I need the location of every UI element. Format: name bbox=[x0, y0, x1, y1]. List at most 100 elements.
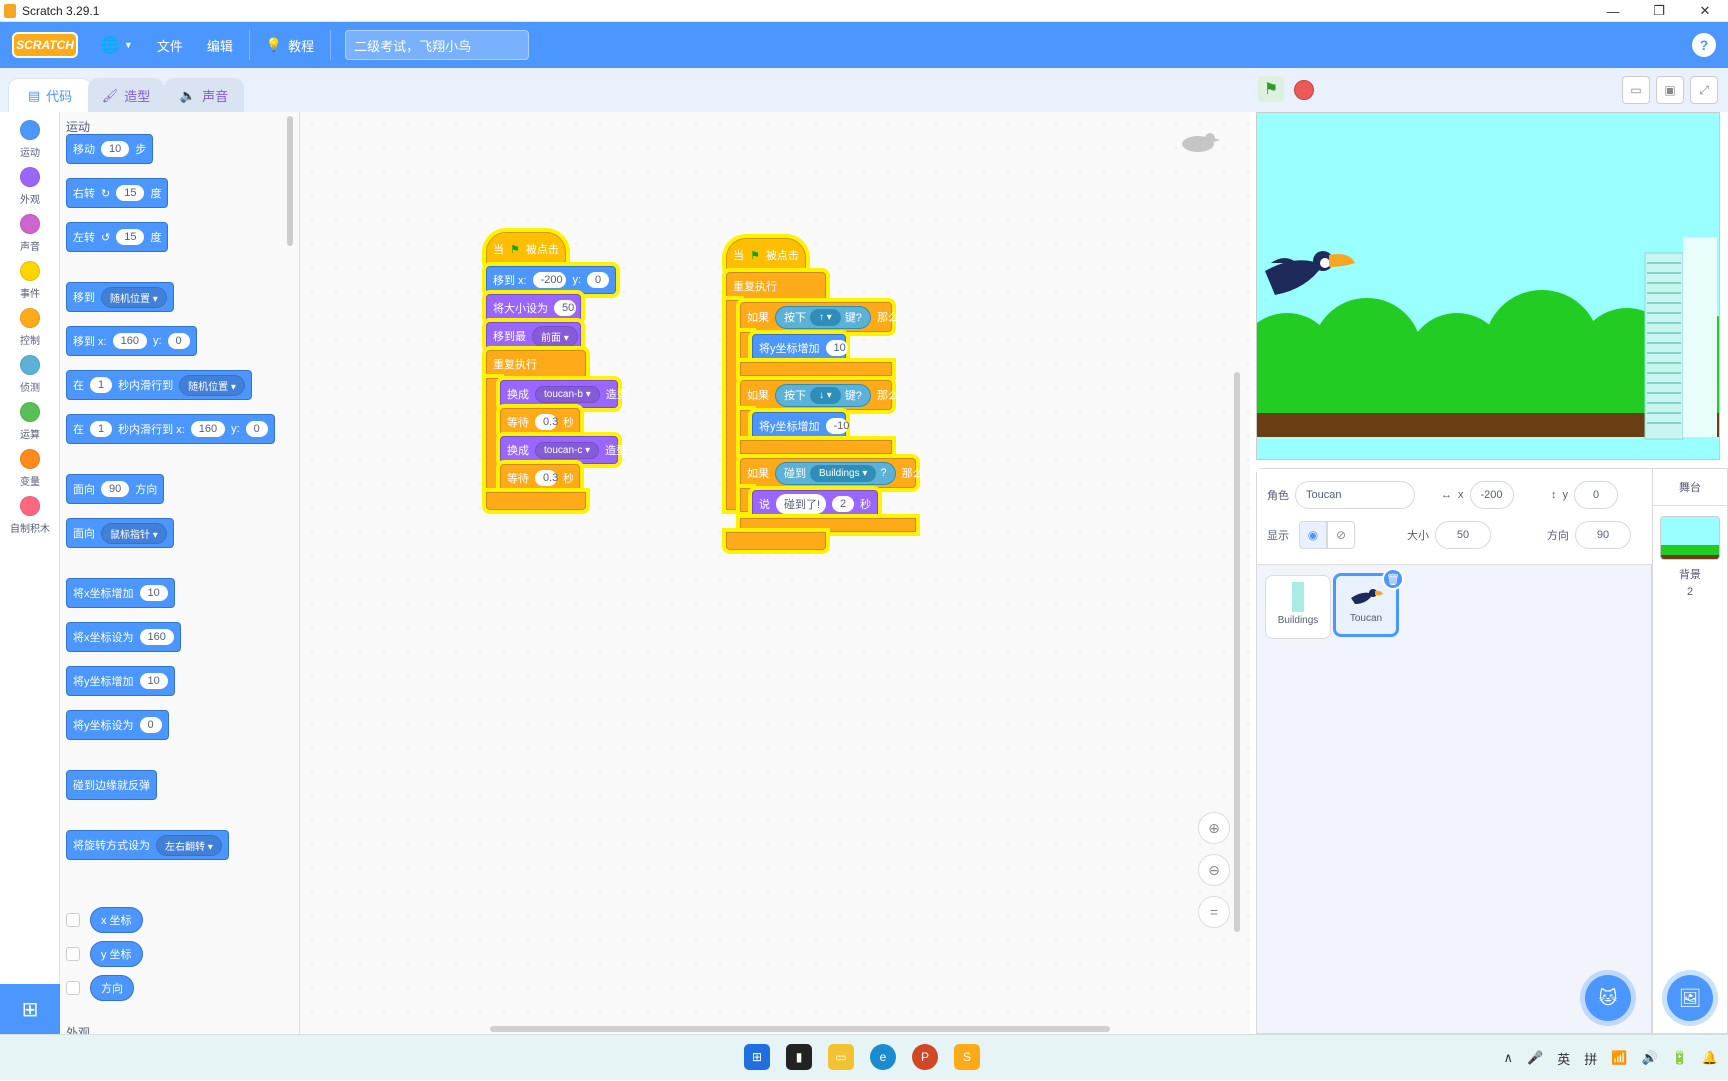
wifi-icon[interactable]: 📶 bbox=[1611, 1050, 1627, 1066]
direction-reporter[interactable]: 方向 bbox=[90, 975, 134, 1001]
category-operators[interactable]: 运算 bbox=[0, 402, 60, 441]
delete-sprite-button[interactable]: 🗑 bbox=[1382, 568, 1404, 590]
move-steps-block[interactable]: 移动 10 步 bbox=[66, 134, 154, 164]
edit-menu[interactable]: 编辑 bbox=[195, 22, 245, 68]
terminal-app[interactable]: ▮ bbox=[786, 1044, 812, 1070]
key-dropdown[interactable]: ↓ ▾ bbox=[810, 386, 841, 404]
block-input[interactable]: 10 bbox=[139, 673, 168, 689]
edge-app[interactable]: e bbox=[870, 1044, 896, 1070]
powerpoint-app[interactable]: P bbox=[912, 1044, 938, 1070]
switch-costume-block[interactable]: 换成 toucan-c ▾ 造型 bbox=[500, 436, 627, 464]
stop-button[interactable] bbox=[1294, 80, 1314, 100]
x-position-input[interactable]: -200 bbox=[1469, 481, 1514, 509]
ime-mode-indicator[interactable]: 拼 bbox=[1584, 1049, 1597, 1068]
category-variables[interactable]: 变量 bbox=[0, 449, 60, 488]
change-y-block[interactable]: 将y坐标增加 10 bbox=[66, 666, 175, 696]
rotation-style-dropdown[interactable]: 左右翻转 ▾ bbox=[156, 834, 222, 856]
block-input[interactable]: 90 bbox=[101, 481, 130, 497]
notification-icon[interactable]: 🔔 bbox=[1702, 1050, 1718, 1066]
block-input[interactable]: 10 bbox=[825, 340, 848, 356]
block-input[interactable]: 50 bbox=[554, 300, 576, 316]
block-input[interactable]: 1 bbox=[90, 421, 113, 437]
zoom-out-button[interactable]: ⊖ bbox=[1198, 854, 1230, 886]
small-stage-button[interactable]: ▭ bbox=[1622, 76, 1650, 104]
direction-input[interactable]: 90 bbox=[1575, 521, 1631, 549]
wait-block[interactable]: 等待 0.3 秒 bbox=[500, 464, 580, 492]
file-menu[interactable]: 文件 bbox=[145, 22, 195, 68]
forever-block[interactable]: 重复执行 bbox=[486, 350, 586, 378]
go-to-layer-block[interactable]: 移到最 前面 ▾ bbox=[486, 322, 581, 350]
backdrop-thumbnail[interactable] bbox=[1660, 516, 1720, 560]
workspace-horizontal-scrollbar[interactable] bbox=[490, 1026, 1110, 1032]
block-input[interactable]: 0 bbox=[587, 272, 609, 288]
block-input[interactable]: 10 bbox=[139, 585, 168, 601]
tab-sounds[interactable]: 🔈 声音 bbox=[164, 78, 244, 112]
block-input[interactable]: 0 bbox=[139, 717, 162, 733]
hide-sprite-button[interactable]: ⊘ bbox=[1327, 521, 1355, 549]
if-up-key-block[interactable]: 如果 按下 ↑ ▾ 键? 那么 bbox=[740, 302, 899, 332]
x-position-checkbox[interactable] bbox=[66, 913, 80, 927]
block-input[interactable]: 15 bbox=[116, 229, 145, 245]
palette-scrollbar[interactable] bbox=[287, 116, 293, 246]
category-motion[interactable]: 运动 bbox=[0, 120, 60, 159]
tutorials-menu[interactable]: 💡 教程 bbox=[254, 22, 326, 68]
start-button[interactable]: ⊞ bbox=[744, 1044, 770, 1070]
zoom-in-button[interactable]: ⊕ bbox=[1198, 812, 1230, 844]
forever-block[interactable]: 重复执行 bbox=[726, 272, 826, 300]
x-position-reporter[interactable]: x 坐标 bbox=[90, 907, 143, 933]
block-input[interactable]: 0 bbox=[167, 333, 190, 349]
bounce-block[interactable]: 碰到边缘就反弹 bbox=[66, 770, 157, 800]
block-input[interactable]: 0.3 bbox=[535, 414, 558, 430]
goto-xy-block[interactable]: 移到 x: -200 y: 0 bbox=[486, 266, 616, 294]
y-position-checkbox[interactable] bbox=[66, 947, 80, 961]
block-input[interactable]: 2 bbox=[832, 496, 854, 512]
help-icon[interactable]: ? bbox=[1692, 33, 1716, 57]
green-flag-button[interactable]: ⚑ bbox=[1258, 76, 1284, 102]
costume-dropdown[interactable]: toucan-c ▾ bbox=[535, 441, 600, 459]
volume-icon[interactable]: 🔊 bbox=[1641, 1050, 1657, 1066]
close-button[interactable]: ✕ bbox=[1682, 0, 1728, 22]
glide-block[interactable]: 在 1 秒内滑行到 随机位置 ▾ bbox=[66, 370, 252, 400]
costume-dropdown[interactable]: toucan-b ▾ bbox=[535, 385, 600, 403]
block-input[interactable]: 160 bbox=[190, 421, 226, 437]
when-flag-clicked-hat[interactable]: 当 ⚑ 被点击 bbox=[486, 232, 566, 266]
zoom-reset-button[interactable]: = bbox=[1198, 896, 1230, 928]
key-pressed-condition[interactable]: 按下 ↑ ▾ 键? bbox=[775, 305, 871, 329]
stage-canvas[interactable] bbox=[1256, 112, 1720, 460]
if-down-key-block[interactable]: 如果 按下 ↓ ▾ 键? 那么 bbox=[740, 380, 899, 410]
scratch-logo[interactable]: SCRATCH bbox=[12, 32, 78, 58]
category-control[interactable]: 控制 bbox=[0, 308, 60, 347]
sprite-name-input[interactable]: Toucan bbox=[1295, 481, 1415, 509]
file-explorer-app[interactable]: ▭ bbox=[828, 1044, 854, 1070]
sprite-tile-toucan[interactable]: Toucan 🗑 bbox=[1333, 568, 1404, 637]
if-touching-block[interactable]: 如果 碰到 Buildings ▾ ? 那么 bbox=[740, 458, 924, 488]
point-towards-block[interactable]: 面向 鼠标指针 ▾ bbox=[66, 518, 174, 548]
touching-dropdown[interactable]: Buildings ▾ bbox=[810, 464, 877, 482]
say-for-secs-block[interactable]: 说 碰到了! 2 秒 bbox=[752, 490, 878, 518]
show-sprite-button[interactable]: ◉ bbox=[1299, 521, 1327, 549]
block-input[interactable]: 0.3 bbox=[535, 470, 558, 486]
stage-selector[interactable]: 舞台 背景 2 🖼 bbox=[1652, 468, 1728, 1034]
fullscreen-button[interactable]: ⤢ bbox=[1690, 76, 1718, 104]
key-dropdown[interactable]: ↑ ▾ bbox=[810, 308, 841, 326]
key-pressed-condition[interactable]: 按下 ↓ ▾ 键? bbox=[775, 383, 871, 407]
goto-block[interactable]: 移到 随机位置 ▾ bbox=[66, 282, 174, 312]
language-menu[interactable]: 🌐 ▼ bbox=[88, 22, 145, 68]
when-flag-clicked-hat[interactable]: 当 ⚑ 被点击 bbox=[726, 238, 806, 272]
category-my-blocks[interactable]: 自制积木 bbox=[0, 496, 60, 535]
layer-dropdown[interactable]: 前面 ▾ bbox=[532, 325, 578, 347]
category-looks[interactable]: 外观 bbox=[0, 167, 60, 206]
block-input[interactable]: 15 bbox=[116, 185, 145, 201]
turn-right-block[interactable]: 右转 ↻ 15 度 bbox=[66, 178, 169, 208]
block-input[interactable]: -10 bbox=[825, 418, 849, 434]
show-hidden-icons[interactable]: ∧ bbox=[1504, 1050, 1514, 1066]
wait-block[interactable]: 等待 0.3 秒 bbox=[500, 408, 580, 436]
change-y-block[interactable]: 将y坐标增加 10 bbox=[752, 334, 848, 362]
block-input[interactable]: 碰到了! bbox=[776, 494, 826, 514]
turn-left-block[interactable]: 左转 ↺ 15 度 bbox=[66, 222, 169, 252]
glide-xy-block[interactable]: 在 1 秒内滑行到 x: 160 y: 0 bbox=[66, 414, 275, 444]
input-language-indicator[interactable]: 英 bbox=[1557, 1049, 1570, 1068]
category-events[interactable]: 事件 bbox=[0, 261, 60, 300]
choose-backdrop-button[interactable]: 🖼 bbox=[1667, 975, 1713, 1021]
y-position-reporter[interactable]: y 坐标 bbox=[90, 941, 143, 967]
